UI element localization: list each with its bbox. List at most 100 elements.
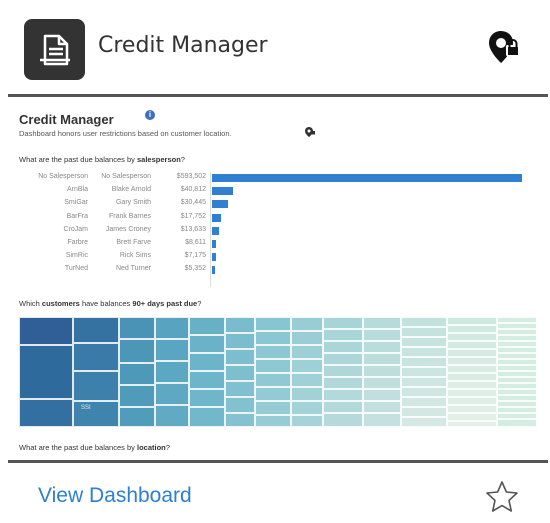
treemap-tile xyxy=(73,371,119,401)
treemap-tile xyxy=(323,341,363,353)
salesperson-balance: $13,633 xyxy=(180,225,206,233)
treemap-tile xyxy=(189,371,225,389)
star-icon[interactable] xyxy=(484,479,520,520)
treemap-tile xyxy=(189,317,225,335)
treemap-tile xyxy=(497,353,537,359)
treemap-tile xyxy=(447,397,497,405)
treemap-tile xyxy=(447,405,497,413)
treemap-tile xyxy=(497,317,537,323)
treemap-tile xyxy=(447,349,497,357)
treemap-tile xyxy=(447,325,497,333)
location-lock-icon xyxy=(486,28,524,71)
treemap-tile xyxy=(447,365,497,373)
treemap-tile xyxy=(497,401,537,407)
thumbnail-subtitle: Dashboard honors user restrictions based… xyxy=(19,129,232,138)
salesperson-id: No Salesperson xyxy=(38,173,88,180)
treemap-tile xyxy=(155,361,189,383)
treemap-tile xyxy=(497,347,537,353)
treemap-tile xyxy=(225,397,255,413)
salesperson-id: CroJam xyxy=(63,225,88,233)
salesperson-id: Farbre xyxy=(67,239,88,246)
table-row: CroJam James Croney $13,633 xyxy=(15,225,549,237)
treemap-tile xyxy=(291,317,323,331)
treemap-tile xyxy=(225,365,255,381)
treemap-tile xyxy=(73,401,119,427)
location-lock-icon xyxy=(304,125,316,143)
treemap-tile xyxy=(401,357,447,367)
treemap-tile xyxy=(255,359,291,373)
treemap-tile xyxy=(291,359,323,373)
salesperson-id: BarFra xyxy=(66,212,88,220)
balance-bar xyxy=(212,266,215,275)
treemap-tile xyxy=(255,331,291,345)
treemap-tile xyxy=(401,417,447,427)
dashboard-thumbnail[interactable]: Credit Manager i Dashboard honors user r… xyxy=(15,100,549,458)
treemap-tile xyxy=(497,329,537,335)
treemap-tile xyxy=(447,373,497,381)
customer-treemap: SSI xyxy=(19,317,549,427)
info-icon: i xyxy=(145,110,155,120)
balance-bar xyxy=(212,187,234,196)
question-customers: Which customers have balances 90+ days p… xyxy=(19,299,202,308)
salesperson-balance: $17,752 xyxy=(180,212,206,220)
treemap-tile xyxy=(155,383,189,405)
table-row: No Salesperson No Salesperson $593,502 xyxy=(15,172,549,184)
table-row: SimRic Rick Sims $7,175 xyxy=(15,251,549,263)
salesperson-name: Gary Smith xyxy=(115,199,151,207)
salesperson-name: Rick Sims xyxy=(119,252,151,260)
treemap-tile xyxy=(119,407,155,427)
card-header: Credit Manager xyxy=(0,0,550,95)
treemap-tile xyxy=(323,401,363,413)
treemap-tile xyxy=(119,317,155,339)
treemap-tile xyxy=(189,407,225,427)
treemap-tile xyxy=(401,327,447,337)
treemap-tile xyxy=(255,373,291,387)
treemap-tile xyxy=(401,317,447,327)
treemap-tile xyxy=(363,413,401,427)
treemap-tile xyxy=(291,387,323,401)
treemap-tile xyxy=(447,357,497,365)
treemap-tile xyxy=(19,345,73,399)
balance-bar xyxy=(212,253,216,262)
treemap-tile xyxy=(323,413,363,427)
salesperson-balance: $8,611 xyxy=(185,239,206,246)
salesperson-balance: $30,445 xyxy=(180,199,206,207)
document-icon xyxy=(24,19,85,80)
treemap-tile xyxy=(497,377,537,383)
treemap-tile xyxy=(401,337,447,347)
question-location: What are the past due balances by locati… xyxy=(19,443,170,452)
balance-bar xyxy=(212,200,228,209)
treemap-tile xyxy=(189,335,225,353)
salesperson-name: James Croney xyxy=(105,225,151,233)
treemap-tile xyxy=(363,401,401,413)
treemap-tile xyxy=(447,389,497,397)
dashboard-card[interactable]: Credit Manager Credit Manager i Dashboar… xyxy=(0,0,550,523)
treemap-tile xyxy=(363,353,401,365)
treemap-tile xyxy=(323,329,363,341)
treemap-tile xyxy=(291,331,323,345)
view-dashboard-link[interactable]: View Dashboard xyxy=(38,484,192,508)
treemap-tile xyxy=(497,371,537,377)
salesperson-id: TurNed xyxy=(64,265,88,273)
treemap-tile xyxy=(363,329,401,341)
treemap-tile xyxy=(363,365,401,377)
salesperson-balance: $7,175 xyxy=(184,252,206,260)
treemap-tile xyxy=(291,345,323,359)
treemap-tile xyxy=(255,387,291,401)
treemap-tile xyxy=(497,419,537,427)
salesperson-balance-table: No Salesperson No Salesperson $593,502 ArnB… xyxy=(15,172,549,287)
treemap-tile xyxy=(497,383,537,389)
table-row: SmiGar Gary Smith $30,445 xyxy=(15,198,549,210)
treemap-tile xyxy=(189,353,225,371)
header-divider xyxy=(8,94,548,97)
treemap-tile xyxy=(401,377,447,387)
treemap-tile xyxy=(447,413,497,421)
salesperson-name: Blake Arnold xyxy=(111,186,151,194)
salesperson-id: SmiGar xyxy=(64,199,88,207)
treemap-tile xyxy=(447,381,497,389)
salesperson-name: No Salesperson xyxy=(101,173,151,180)
treemap-tile xyxy=(119,339,155,363)
treemap-tile xyxy=(119,385,155,407)
treemap-tile xyxy=(447,333,497,341)
treemap-tile xyxy=(225,349,255,365)
